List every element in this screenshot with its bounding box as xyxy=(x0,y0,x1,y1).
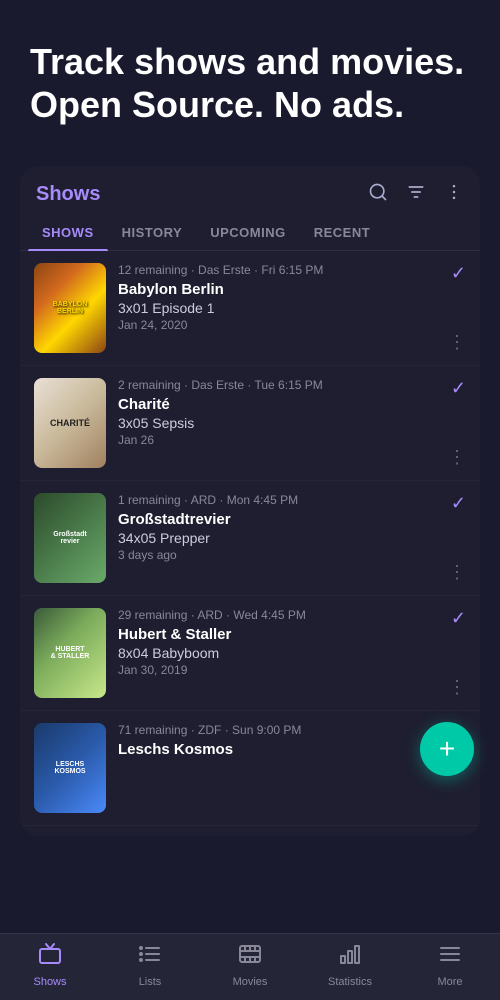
header-icons xyxy=(368,182,464,207)
bottom-navigation: Shows Lists Movies xyxy=(0,933,500,1000)
nav-label-statistics: Statistics xyxy=(328,976,372,988)
show-meta: 29 remaining · ARD · Wed 4:45 PM xyxy=(118,608,440,622)
more-nav-icon xyxy=(438,942,462,972)
list-item[interactable]: CHARITÉ 2 remaining · Das Erste · Tue 6:… xyxy=(20,366,480,481)
overflow-menu-icon[interactable] xyxy=(444,182,464,207)
show-actions: ✓ ⋮ xyxy=(448,263,466,353)
show-episode: 8x04 Babyboom xyxy=(118,645,440,661)
hero-section: Track shows and movies. Open Source. No … xyxy=(0,0,500,156)
app-card: Shows xyxy=(20,166,480,836)
card-title: Shows xyxy=(36,183,100,206)
show-meta: 1 remaining · ARD · Mon 4:45 PM xyxy=(118,493,440,507)
list-item[interactable]: LESCHSKOSMOS 71 remaining · ZDF · Sun 9:… xyxy=(20,711,480,826)
tab-history[interactable]: HISTORY xyxy=(108,215,197,250)
show-meta: 2 remaining · Das Erste · Tue 6:15 PM xyxy=(118,378,440,392)
show-episode: 34x05 Prepper xyxy=(118,530,440,546)
show-title: Charité xyxy=(118,396,440,413)
shows-nav-icon xyxy=(38,942,62,972)
tabs-bar: SHOWS HISTORY UPCOMING RECENT xyxy=(20,215,480,251)
nav-label-movies: Movies xyxy=(233,976,268,988)
item-more-icon[interactable]: ⋮ xyxy=(448,447,466,468)
item-more-icon[interactable]: ⋮ xyxy=(448,562,466,583)
check-icon[interactable]: ✓ xyxy=(451,378,466,399)
filter-icon[interactable] xyxy=(406,182,426,207)
nav-label-shows: Shows xyxy=(33,976,66,988)
fab-add-button[interactable]: + xyxy=(420,722,474,776)
list-item[interactable]: BABYLONBERLIN 12 remaining · Das Erste ·… xyxy=(20,251,480,366)
nav-item-statistics[interactable]: Statistics xyxy=(300,942,400,988)
show-info-charite: 2 remaining · Das Erste · Tue 6:15 PM Ch… xyxy=(118,378,440,447)
show-title: Babylon Berlin xyxy=(118,281,440,298)
show-date: Jan 24, 2020 xyxy=(118,318,440,332)
show-poster-charite: CHARITÉ xyxy=(34,378,106,468)
card-header: Shows xyxy=(20,166,480,215)
tab-shows[interactable]: SHOWS xyxy=(28,215,108,250)
nav-label-lists: Lists xyxy=(139,976,162,988)
check-icon[interactable]: ✓ xyxy=(451,263,466,284)
nav-item-lists[interactable]: Lists xyxy=(100,942,200,988)
show-actions: ✓ ⋮ xyxy=(448,493,466,583)
list-item[interactable]: Großstadtrevier 1 remaining · ARD · Mon … xyxy=(20,481,480,596)
show-date: Jan 30, 2019 xyxy=(118,663,440,677)
show-title: Hubert & Staller xyxy=(118,626,440,643)
show-list: BABYLONBERLIN 12 remaining · Das Erste ·… xyxy=(20,251,480,826)
show-title: Großstadtrevier xyxy=(118,511,440,528)
show-actions: ✓ ⋮ xyxy=(448,608,466,698)
check-icon[interactable]: ✓ xyxy=(451,608,466,629)
show-actions: ✓ ⋮ xyxy=(448,378,466,468)
statistics-nav-icon xyxy=(338,942,362,972)
show-poster-leschs: LESCHSKOSMOS xyxy=(34,723,106,813)
tab-upcoming[interactable]: UPCOMING xyxy=(196,215,300,250)
show-meta: 71 remaining · ZDF · Sun 9:00 PM xyxy=(118,723,458,737)
item-more-icon[interactable]: ⋮ xyxy=(448,677,466,698)
show-title: Leschs Kosmos xyxy=(118,741,458,758)
hero-title: Track shows and movies. Open Source. No … xyxy=(30,40,470,126)
show-info-babylon: 12 remaining · Das Erste · Fri 6:15 PM B… xyxy=(118,263,440,332)
show-date: 3 days ago xyxy=(118,548,440,562)
show-poster-hubert: HUBERT& STALLER xyxy=(34,608,106,698)
show-date: Jan 26 xyxy=(118,433,440,447)
show-info-grossstadt: 1 remaining · ARD · Mon 4:45 PM Großstad… xyxy=(118,493,440,562)
show-episode: 3x01 Episode 1 xyxy=(118,300,440,316)
app-card-wrapper: Shows xyxy=(0,166,500,836)
nav-item-more[interactable]: More xyxy=(400,942,500,988)
lists-nav-icon xyxy=(138,942,162,972)
tab-recent[interactable]: RECENT xyxy=(300,215,384,250)
show-poster-babylon: BABYLONBERLIN xyxy=(34,263,106,353)
movies-nav-icon xyxy=(238,942,262,972)
nav-label-more: More xyxy=(437,976,462,988)
item-more-icon[interactable]: ⋮ xyxy=(448,332,466,353)
search-icon[interactable] xyxy=(368,182,388,207)
list-item[interactable]: HUBERT& STALLER 29 remaining · ARD · Wed… xyxy=(20,596,480,711)
check-icon[interactable]: ✓ xyxy=(451,493,466,514)
show-info-leschs: 71 remaining · ZDF · Sun 9:00 PM Leschs … xyxy=(118,723,458,760)
show-episode: 3x05 Sepsis xyxy=(118,415,440,431)
show-info-hubert: 29 remaining · ARD · Wed 4:45 PM Hubert … xyxy=(118,608,440,677)
show-poster-grossstadt: Großstadtrevier xyxy=(34,493,106,583)
nav-item-shows[interactable]: Shows xyxy=(0,942,100,988)
show-meta: 12 remaining · Das Erste · Fri 6:15 PM xyxy=(118,263,440,277)
nav-item-movies[interactable]: Movies xyxy=(200,942,300,988)
